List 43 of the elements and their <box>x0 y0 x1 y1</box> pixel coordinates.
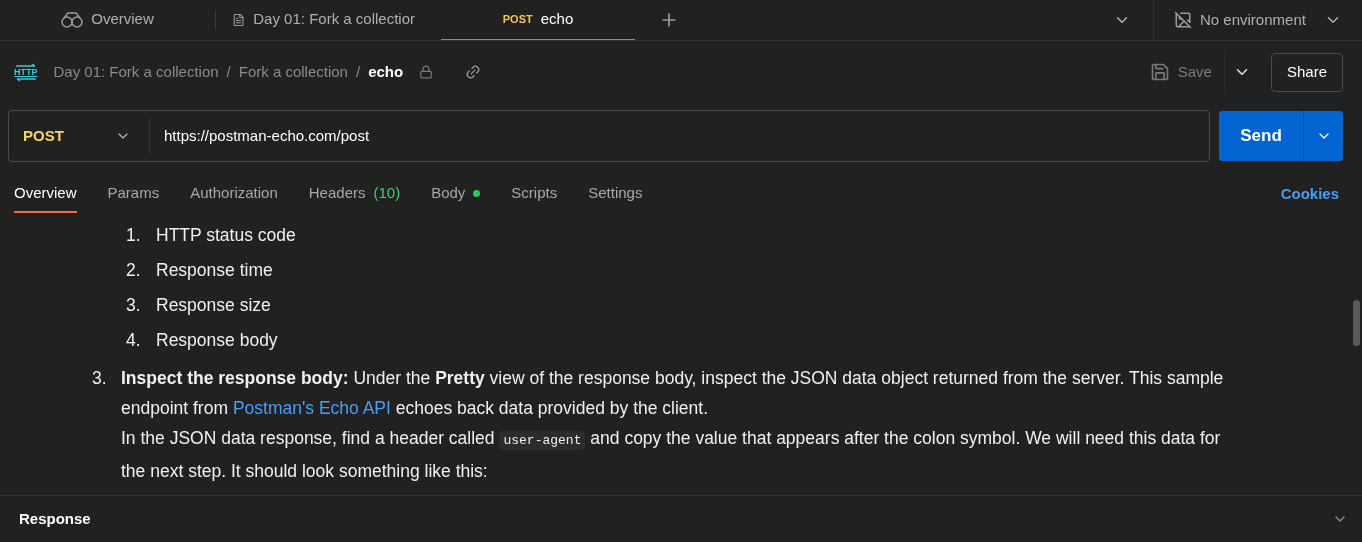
crossed-out-environment-icon <box>1174 11 1192 29</box>
inline-code: user-agent <box>499 431 586 450</box>
tab[interactable]: Day 01: Fork a collectior <box>216 0 431 40</box>
list-number: 3. <box>92 367 108 390</box>
list-number: 3. <box>126 294 142 318</box>
tab[interactable]: Overview <box>0 0 215 40</box>
tab[interactable]: POST echo <box>441 0 635 40</box>
breadcrumb-link[interactable]: Fork a collection <box>238 60 348 84</box>
request-name: echo <box>368 61 404 82</box>
url-input[interactable]: https://postman-echo.com/post <box>150 124 1209 148</box>
binoculars-icon <box>61 10 84 29</box>
list-number: 2. <box>126 259 142 283</box>
url-bar[interactable]: POST https://postman-echo.com/post <box>8 110 1210 162</box>
list-number: 4. <box>126 329 142 353</box>
list-item-text: HTTP status code <box>156 224 296 248</box>
link[interactable]: Postman's Echo API <box>232 398 391 418</box>
tab-label: Day 01: Fork a collectior <box>253 9 415 30</box>
tab[interactable]: Overview <box>14 176 77 213</box>
method-dropdown[interactable]: POST <box>9 111 149 161</box>
list-item-text: Response size <box>156 294 271 318</box>
tab[interactable]: Body <box>431 176 481 213</box>
environment-selector[interactable]: No environment <box>1154 0 1362 40</box>
paragraph: Inspect the response body: Under the Pretty view of the response body, inspect the JSON data object returned from the server. This sample endpoint from Postman's Echo API echoes back data provided by the client. <box>121 367 1225 420</box>
breadcrumb-link[interactable]: Day 01: Fork a collection <box>53 60 219 84</box>
cookies-link[interactable]: Cookies <box>1280 183 1339 206</box>
scrollbar-thumb <box>1353 300 1360 346</box>
method-label: POST <box>502 12 533 28</box>
tab[interactable]: Scripts <box>511 176 558 213</box>
paragraph: In the JSON data response, find a header called user-agent and copy the value that appears after the colon symbol. We will need this data for the next step. It should look something like this: <box>121 427 1222 483</box>
breadcrumb-separator: / <box>355 61 361 82</box>
tab[interactable]: Settings <box>588 176 643 213</box>
list-item-text: Response time <box>156 259 273 283</box>
tab[interactable]: Headers (10) <box>308 176 401 213</box>
count: (10) <box>373 183 401 204</box>
share-button[interactable]: Share <box>1270 52 1343 92</box>
tab[interactable]: Authorization <box>190 176 278 213</box>
tab[interactable]: Params <box>107 176 160 213</box>
breadcrumb-separator: / <box>226 61 231 82</box>
list-item-text: Response body <box>156 329 278 353</box>
tab-label: echo <box>540 9 574 30</box>
list-number: 1. <box>126 224 142 248</box>
tab-label: Overview <box>91 9 154 30</box>
lock-icon <box>419 65 434 79</box>
